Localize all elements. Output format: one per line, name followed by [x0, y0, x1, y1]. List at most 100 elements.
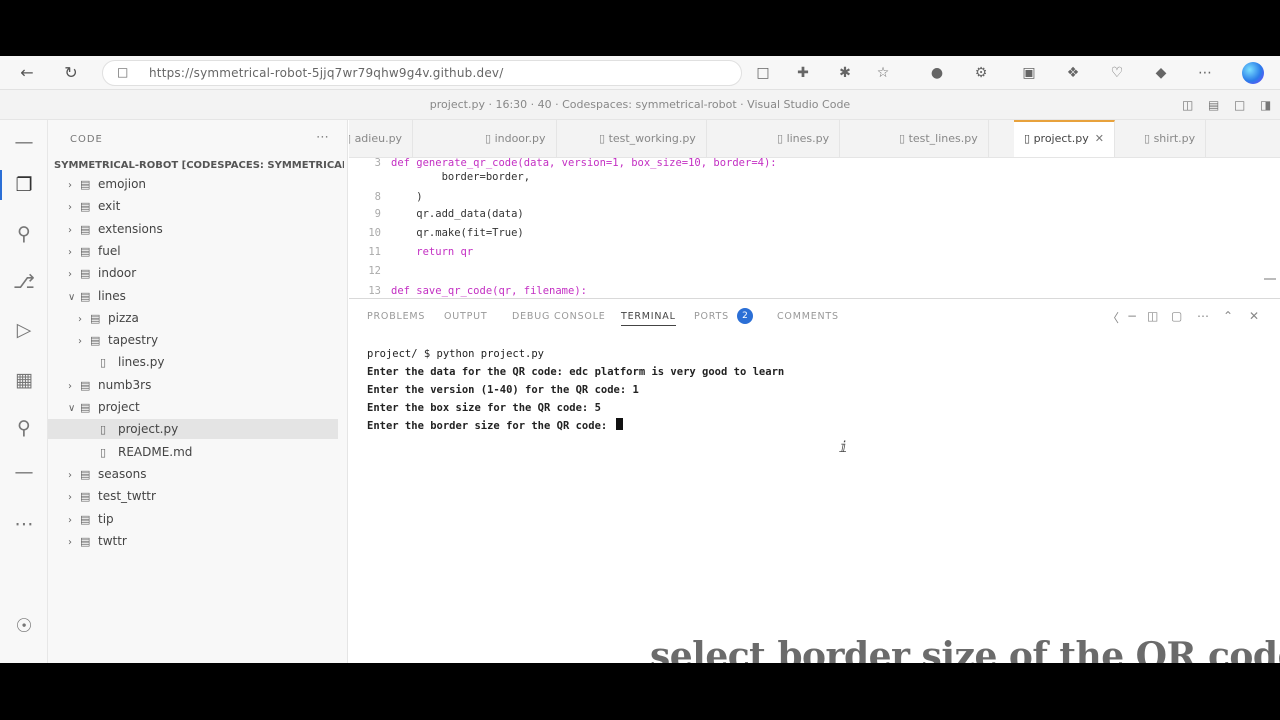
- collections-icon[interactable]: ❖: [1064, 64, 1082, 82]
- caption-overlay: select border size of the QR code: [650, 635, 1280, 663]
- tree-folder[interactable]: › ▤ numb3rs: [48, 375, 338, 395]
- explorer-sidebar: CODE ⋯ SYMMETRICAL-ROBOT [CODESPACES: SY…: [48, 120, 348, 663]
- tree-folder[interactable]: › ▤ fuel: [48, 241, 338, 261]
- toggle-panel-icon[interactable]: ▤: [1208, 98, 1219, 112]
- tree-folder[interactable]: › ▤ emojion: [48, 174, 338, 194]
- layout-icon[interactable]: ◨: [1260, 98, 1271, 112]
- editor-tab[interactable]: ▯ test_lines.py: [889, 120, 989, 157]
- tree-file[interactable]: ▯ README.md: [48, 442, 338, 462]
- source-control-icon[interactable]: ⎇: [12, 270, 36, 294]
- tree-item-label: seasons: [98, 466, 147, 481]
- chevron-right-icon: ›: [68, 224, 72, 236]
- browser-essentials-icon[interactable]: ♡: [1108, 64, 1126, 82]
- editor-tab[interactable]: ▯ adieu.py: [349, 120, 414, 157]
- tree-item-label: fuel: [98, 243, 121, 258]
- code-text: return qr: [391, 246, 474, 258]
- star-icon[interactable]: ☆: [874, 64, 892, 82]
- code-line: 11 return qr: [349, 243, 1269, 261]
- tab-icon[interactable]: □: [754, 64, 772, 82]
- account-icon[interactable]: ☉: [12, 614, 36, 638]
- terminal-split-icon[interactable]: 〈: [1107, 309, 1119, 326]
- letterbox-top: [0, 0, 1280, 56]
- explorer-more-icon[interactable]: ⋯: [316, 130, 329, 145]
- panel-tab-problems[interactable]: PROBLEMS: [367, 311, 425, 322]
- testing-icon[interactable]: ⚲: [12, 416, 36, 440]
- file-icon: ▯: [100, 356, 107, 370]
- close-panel-icon[interactable]: ✕: [1249, 309, 1259, 323]
- panel-tab-comments[interactable]: COMMENTS: [777, 311, 839, 322]
- remote-icon[interactable]: —: [12, 460, 36, 484]
- close-tab-icon[interactable]: ✕: [1095, 132, 1104, 145]
- terminal-line: Enter the box size for the QR code: 5: [367, 400, 601, 416]
- code-editor[interactable]: 3 def generate_qr_code(data, version=1, b…: [349, 158, 1280, 298]
- favorite-add-icon[interactable]: ✚: [794, 64, 812, 82]
- activity-bar: — ❐ ⚲ ⎇ ▷ ▦ ⚲ — ⋯ ☉: [0, 120, 48, 663]
- tree-folder[interactable]: › ▤ twttr: [48, 531, 338, 551]
- terminal-add-icon[interactable]: −: [1127, 309, 1137, 323]
- file-icon: ▯: [100, 445, 107, 459]
- tab-label: lines.py: [786, 132, 830, 145]
- editor-tab[interactable]: ▯ test_working.py: [589, 120, 707, 157]
- panel-tab-output[interactable]: OUTPUT: [444, 311, 488, 322]
- tree-item-label: test_twttr: [98, 489, 156, 504]
- tree-file[interactable]: ▯ lines.py: [48, 352, 338, 372]
- folder-icon: ▤: [80, 178, 91, 191]
- editor-tab[interactable]: ▯ project.py ✕: [1014, 120, 1115, 157]
- copilot-icon[interactable]: [1242, 62, 1264, 84]
- editor-tab[interactable]: ▯ shirt.py: [1134, 120, 1207, 157]
- run-debug-icon[interactable]: ▷: [12, 318, 36, 342]
- folder-icon: ▤: [80, 222, 91, 236]
- terminal-text: Enter the version (1-40) for the QR code…: [367, 384, 639, 396]
- tree-folder[interactable]: › ▤ seasons: [48, 464, 338, 484]
- extensions-icon[interactable]: ✱: [836, 64, 854, 82]
- back-icon[interactable]: ←: [16, 62, 38, 84]
- puzzle-icon[interactable]: ●: [928, 64, 946, 82]
- tree-folder[interactable]: ∨ ▤ lines: [48, 286, 338, 306]
- tree-folder[interactable]: › ▤ extensions: [48, 219, 338, 239]
- extensions-view-icon[interactable]: ▦: [12, 368, 36, 392]
- shield-icon[interactable]: ◆: [1152, 64, 1170, 82]
- folder-icon: ▤: [80, 534, 91, 548]
- folder-icon: ▤: [80, 267, 91, 281]
- split-terminal-icon[interactable]: ◫: [1147, 309, 1158, 323]
- tree-folder[interactable]: › ▤ exit: [48, 196, 338, 216]
- toggle-sidebar-icon[interactable]: ◫: [1182, 98, 1193, 112]
- search-icon[interactable]: ⚲: [12, 222, 36, 246]
- chevron-right-icon: ›: [68, 380, 72, 392]
- folder-icon: ▤: [80, 512, 91, 526]
- explorer-icon[interactable]: ❐: [12, 173, 36, 197]
- tree-folder[interactable]: › ▤ indoor: [48, 263, 338, 283]
- refresh-icon[interactable]: ↻: [60, 62, 82, 84]
- tree-folder[interactable]: › ▤ pizza: [48, 308, 338, 328]
- more-icon[interactable]: ⋯: [1196, 64, 1214, 82]
- maximize-panel-icon[interactable]: ⌃: [1223, 309, 1233, 323]
- tree-item-label: lines: [98, 288, 126, 303]
- address-bar[interactable]: □ https://symmetrical-robot-5jjq7wr79qhw…: [102, 60, 742, 86]
- editor-tabs: ▯ adieu.py ▯ indoor.py ▯ test_working.py ▯ …: [349, 120, 1280, 158]
- settings-icon[interactable]: ⚙: [972, 64, 990, 82]
- tree-folder[interactable]: › ▤ tapestry: [48, 330, 338, 350]
- line-number: 8: [374, 191, 381, 203]
- terminal-more-icon[interactable]: ⋯: [1197, 309, 1209, 323]
- tree-folder[interactable]: › ▤ tip: [48, 509, 338, 529]
- editor-tab[interactable]: ▯ indoor.py: [475, 120, 557, 157]
- tree-item-label: extensions: [98, 221, 163, 236]
- code-line: 12: [349, 262, 1269, 280]
- tree-item-label: exit: [98, 199, 121, 214]
- editor-tab[interactable]: ▯ lines.py: [767, 120, 841, 157]
- split-icon[interactable]: ▣: [1020, 64, 1038, 82]
- tree-folder[interactable]: › ▤ test_twttr: [48, 486, 338, 506]
- panel-tab-ports[interactable]: PORTS: [694, 311, 729, 322]
- tree-file[interactable]: ▯ project.py: [48, 419, 338, 440]
- maximize-icon[interactable]: □: [1234, 98, 1245, 112]
- active-view-marker: [0, 170, 2, 200]
- vscode-title-bar: project.py · 16:30 · 40 · Codespaces: sy…: [0, 90, 1280, 120]
- menu-icon[interactable]: —: [12, 130, 36, 154]
- chevron-right-icon: ›: [68, 514, 72, 526]
- tab-label: indoor.py: [494, 132, 546, 145]
- tree-folder[interactable]: ∨ ▤ project: [48, 397, 338, 417]
- panel-tab-terminal[interactable]: TERMINAL: [621, 311, 676, 326]
- kill-terminal-icon[interactable]: ▢: [1171, 309, 1182, 323]
- more-views-icon[interactable]: ⋯: [12, 512, 36, 536]
- panel-tab-debug-console[interactable]: DEBUG CONSOLE: [512, 311, 606, 322]
